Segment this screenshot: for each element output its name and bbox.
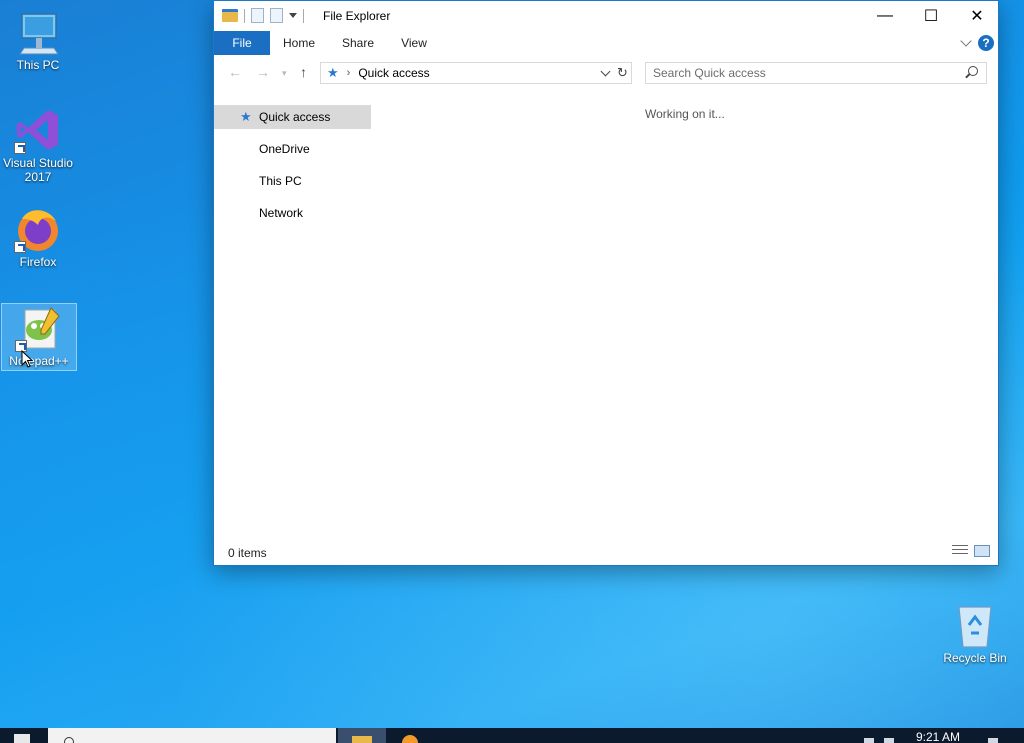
search-icon bbox=[64, 737, 74, 743]
firefox-icon bbox=[14, 205, 62, 253]
close-button[interactable]: ✕ bbox=[954, 1, 1000, 31]
quick-access-toolbar bbox=[222, 8, 304, 23]
notifications-icon[interactable] bbox=[988, 738, 998, 743]
desktop-icon-label: Recycle Bin bbox=[943, 651, 1007, 665]
ribbon-right-controls: ? bbox=[960, 35, 994, 51]
volume-tray-icon[interactable] bbox=[884, 738, 894, 743]
nav-item-onedrive[interactable]: OneDrive bbox=[214, 137, 371, 161]
window-title: File Explorer bbox=[323, 9, 391, 23]
toolbar-separator bbox=[244, 8, 245, 23]
search-icon[interactable] bbox=[968, 66, 978, 76]
close-icon: ✕ bbox=[970, 8, 984, 25]
breadcrumb-chevron-icon[interactable]: › bbox=[347, 67, 351, 79]
recycle-bin-icon bbox=[951, 601, 999, 649]
shortcut-arrow-icon bbox=[14, 142, 26, 154]
windows-start-icon[interactable] bbox=[14, 734, 30, 743]
recent-locations-icon[interactable]: ▾ bbox=[282, 68, 287, 79]
navigation-bar: ← → ▾ ↑ ★ › Quick access ↻ bbox=[214, 60, 998, 86]
quick-access-star-icon: ★ bbox=[327, 65, 339, 80]
large-icons-view-icon[interactable] bbox=[974, 545, 990, 557]
desktop-icon-notepad-plus-plus[interactable]: Notepad++ bbox=[1, 303, 77, 371]
taskbar-clock[interactable]: 9:21 AM bbox=[916, 730, 960, 743]
view-switcher bbox=[952, 545, 990, 557]
back-arrow-icon[interactable]: ← bbox=[228, 64, 242, 80]
nav-item-network[interactable]: Network bbox=[214, 201, 371, 225]
minimize-icon: — bbox=[877, 7, 893, 24]
folder-icon[interactable] bbox=[222, 9, 238, 22]
tab-file[interactable]: File bbox=[214, 31, 270, 55]
status-bar: 0 items bbox=[214, 539, 998, 565]
desktop-icon-firefox[interactable]: Firefox bbox=[0, 205, 76, 269]
network-tray-icon[interactable] bbox=[864, 738, 874, 743]
breadcrumb-quick-access[interactable]: Quick access bbox=[358, 66, 429, 80]
help-icon[interactable]: ? bbox=[978, 35, 994, 51]
customize-toolbar-dropdown-icon[interactable] bbox=[289, 13, 297, 18]
computer-icon bbox=[14, 8, 62, 56]
item-count: 0 items bbox=[228, 546, 267, 560]
mouse-cursor-icon bbox=[21, 350, 33, 368]
visual-studio-icon bbox=[14, 106, 62, 154]
nav-item-label: This PC bbox=[259, 174, 302, 188]
desktop-icon-this-pc[interactable]: This PC bbox=[0, 8, 76, 72]
search-input[interactable] bbox=[653, 66, 953, 80]
desktop-icon-label: Firefox bbox=[19, 255, 57, 269]
nav-item-label: OneDrive bbox=[259, 142, 310, 156]
tab-view[interactable]: View bbox=[394, 31, 434, 55]
new-folder-icon[interactable] bbox=[270, 8, 283, 23]
content-loading-text: Working on it... bbox=[645, 107, 725, 121]
desktop-icon-label: Notepad++ bbox=[9, 354, 69, 368]
tab-share[interactable]: Share bbox=[334, 31, 382, 55]
search-box[interactable] bbox=[645, 62, 987, 84]
desktop-icon-visual-studio[interactable]: Visual Studio 2017 bbox=[0, 106, 76, 184]
navigation-pane: ★ Quick access OneDrive This PC Network bbox=[214, 105, 371, 233]
file-explorer-window: File Explorer — ☐ ✕ File Home Share View… bbox=[213, 0, 999, 566]
title-bar[interactable]: File Explorer — ☐ ✕ bbox=[214, 1, 998, 31]
shortcut-arrow-icon bbox=[14, 241, 26, 253]
desktop-icon-label: Visual Studio 2017 bbox=[3, 156, 73, 184]
address-dropdown-icon[interactable] bbox=[600, 66, 611, 76]
forward-arrow-icon[interactable]: → bbox=[256, 64, 270, 80]
maximize-button[interactable]: ☐ bbox=[908, 1, 954, 31]
refresh-icon[interactable]: ↻ bbox=[617, 65, 628, 81]
toolbar-separator bbox=[303, 8, 304, 23]
nav-item-label: Network bbox=[259, 206, 304, 220]
desktop-icon-recycle-bin[interactable]: Recycle Bin bbox=[937, 601, 1013, 665]
nav-item-label: Quick access bbox=[259, 110, 331, 124]
taskbar-firefox-icon[interactable] bbox=[398, 728, 422, 743]
notepad-plus-plus-icon bbox=[15, 304, 63, 352]
minimize-button[interactable]: — bbox=[862, 1, 908, 31]
details-view-icon[interactable] bbox=[952, 545, 968, 557]
taskbar-file-explorer-icon[interactable] bbox=[338, 728, 386, 743]
tab-home[interactable]: Home bbox=[276, 31, 322, 55]
taskbar-search-box[interactable] bbox=[48, 728, 336, 743]
desktop-icon-label: This PC bbox=[16, 58, 60, 72]
nav-item-quick-access[interactable]: ★ Quick access bbox=[214, 105, 371, 129]
maximize-icon: ☐ bbox=[923, 8, 939, 25]
taskbar: 9:21 AM bbox=[0, 728, 1024, 743]
address-bar[interactable]: ★ › Quick access bbox=[320, 62, 632, 84]
nav-item-this-pc[interactable]: This PC bbox=[214, 169, 371, 193]
up-arrow-icon[interactable]: ↑ bbox=[300, 64, 307, 80]
expand-ribbon-icon[interactable] bbox=[960, 35, 972, 47]
properties-icon[interactable] bbox=[251, 8, 264, 23]
ribbon-tabs: File Home Share View ? bbox=[214, 31, 998, 55]
quick-access-star-icon: ★ bbox=[240, 109, 252, 124]
